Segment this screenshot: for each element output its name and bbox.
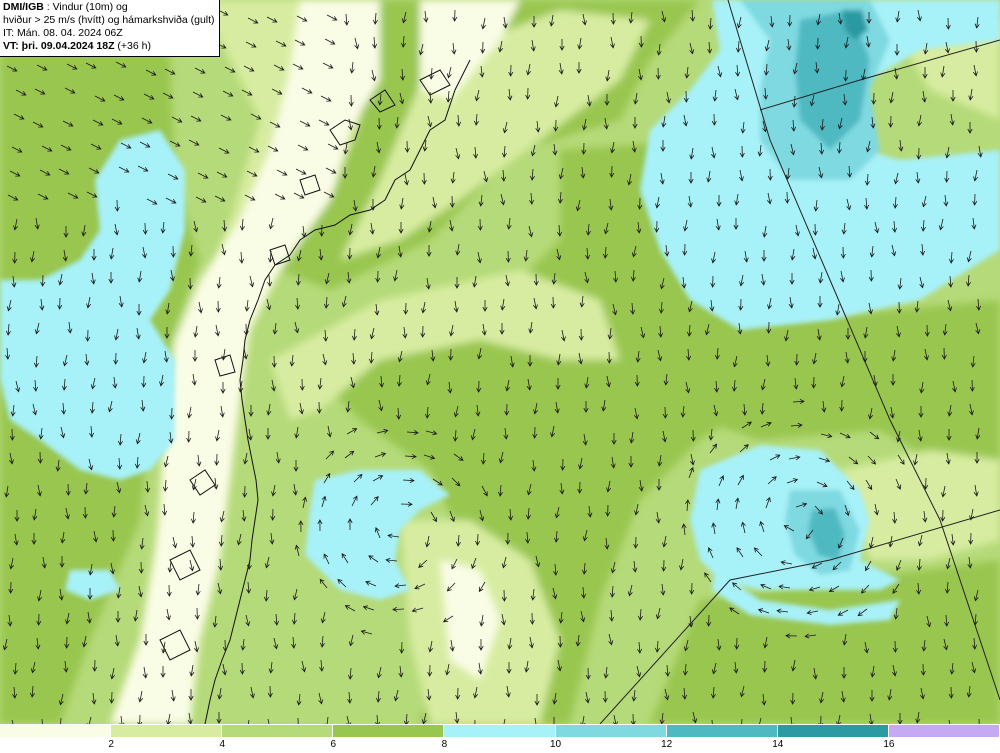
legend-swatch xyxy=(777,725,889,737)
legend-tick-label: 12 xyxy=(661,739,673,750)
title-line1: : Vindur (10m) og xyxy=(43,1,128,13)
legend-tick-label: 10 xyxy=(549,739,562,750)
legend-swatch xyxy=(111,725,223,737)
legend-swatch xyxy=(555,725,667,737)
legend-swatch xyxy=(222,725,334,737)
legend-tick-label: 2 xyxy=(108,739,114,750)
legend-tick-label: 6 xyxy=(330,739,337,750)
legend-tick-label: 16 xyxy=(883,739,895,750)
color-legend: 2 4 6 8 10 12 14 16 xyxy=(0,724,1000,753)
title-valid-time: VT: þri. 09.04.2024 18Z xyxy=(3,40,115,52)
wind-map[interactable] xyxy=(0,0,1000,724)
legend-swatch xyxy=(0,725,112,737)
title-line2: hviður > 25 m/s (hvítt) og hámarkshviða … xyxy=(3,14,215,26)
wind-field-svg xyxy=(0,0,1000,724)
title-lead-time: (+36 h) xyxy=(114,40,151,52)
legend-swatch xyxy=(888,725,1000,737)
legend-tick-label: 8 xyxy=(441,739,448,750)
legend-tick-label: 4 xyxy=(219,739,225,750)
legend-tick-label: 14 xyxy=(772,739,784,750)
legend-swatch xyxy=(333,725,445,737)
legend-swatch xyxy=(444,725,556,737)
title-line3: IT: Mán. 08. 04. 2024 06Z xyxy=(3,27,123,39)
map-title-box: DMI/IGB : Vindur (10m) og hviður > 25 m/… xyxy=(0,0,220,57)
title-brand: DMI/IGB xyxy=(3,1,44,13)
legend-swatch xyxy=(666,725,778,737)
